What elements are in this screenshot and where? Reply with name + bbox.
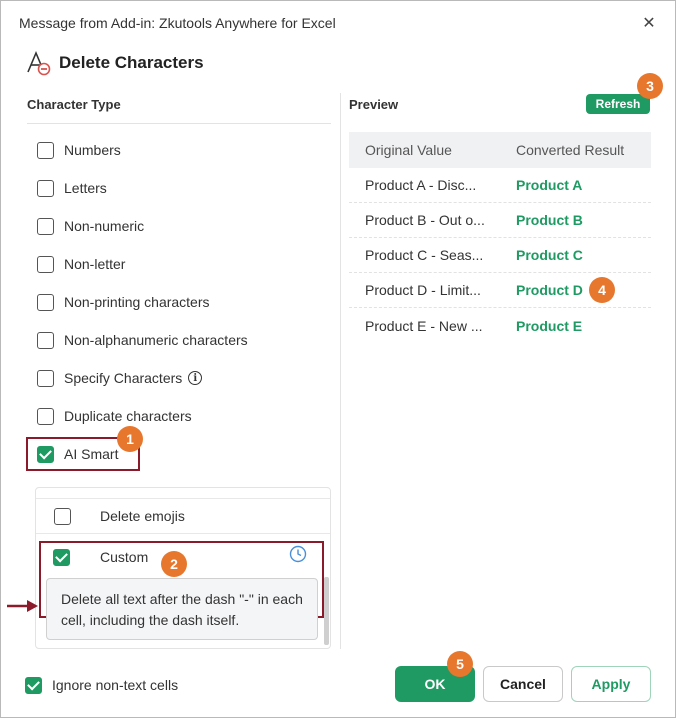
option-label: Non-letter xyxy=(64,256,126,272)
dialog-header: Delete Characters xyxy=(25,49,204,77)
clock-icon[interactable] xyxy=(289,545,307,563)
checkbox[interactable] xyxy=(37,407,54,425)
callout-badge-1: 1 xyxy=(117,426,143,452)
option-non-letter[interactable]: Non-letter xyxy=(37,253,125,275)
option-label: Non-printing characters xyxy=(64,294,210,310)
ai-option-delete-emojis[interactable]: Delete emojis xyxy=(36,498,330,534)
checkbox[interactable] xyxy=(54,507,71,525)
option-label: Duplicate characters xyxy=(64,408,192,424)
title-bar: Message from Add-in: Zkutools Anywhere f… xyxy=(1,1,675,45)
table-row: Product B - Out o... Product B xyxy=(349,203,651,238)
original-value: Product E - New ... xyxy=(365,317,483,334)
checkbox[interactable] xyxy=(37,369,54,387)
custom-prompt-box[interactable]: Delete all text after the dash "-" in ea… xyxy=(46,578,318,640)
original-value: Product D - Limit... xyxy=(365,282,481,298)
checkbox-checked[interactable] xyxy=(25,676,42,694)
dialog-title: Delete Characters xyxy=(59,53,204,72)
checkbox[interactable] xyxy=(37,179,54,197)
original-value: Product C - Seas... xyxy=(365,247,484,263)
converted-result: Product B xyxy=(516,212,583,228)
checkbox[interactable] xyxy=(37,255,54,273)
close-icon[interactable]: ✕ xyxy=(637,11,661,35)
converted-result: Product A xyxy=(516,177,583,193)
option-label: Delete emojis xyxy=(100,508,185,524)
option-label: Ignore non-text cells xyxy=(52,677,179,693)
column-header-converted: Converted Result xyxy=(516,142,625,158)
info-icon[interactable]: i xyxy=(188,371,203,385)
original-value: Product B - Out o... xyxy=(365,212,485,228)
option-duplicate-characters[interactable]: Duplicate characters xyxy=(37,405,192,427)
converted-result: Product E xyxy=(516,317,583,334)
original-value: Product A - Disc... xyxy=(365,177,477,193)
option-label: Numbers xyxy=(64,142,121,158)
checkbox[interactable] xyxy=(37,293,54,311)
panel-scrollbar[interactable] xyxy=(324,577,329,645)
pointer-arrow-icon xyxy=(7,600,38,612)
option-label: Non-numeric xyxy=(64,218,145,234)
cancel-button[interactable]: Cancel xyxy=(483,666,563,702)
window-title: Message from Add-in: Zkutools Anywhere f… xyxy=(19,15,336,31)
dialog-window: Message from Add-in: Zkutools Anywhere f… xyxy=(0,0,676,718)
apply-button[interactable]: Apply xyxy=(571,666,651,702)
table-row: Product E - New ... Product E xyxy=(349,308,651,343)
converted-result: Product D xyxy=(516,282,583,298)
option-label: Custom xyxy=(100,549,149,565)
callout-badge-3: 3 xyxy=(637,73,663,99)
table-header: Original Value Converted Result xyxy=(349,132,651,168)
option-non-numeric[interactable]: Non-numeric xyxy=(37,215,144,237)
option-specify-characters[interactable]: Specify Characters i xyxy=(37,367,203,389)
callout-badge-2: 2 xyxy=(161,551,187,577)
column-divider xyxy=(340,93,341,649)
option-label: Specify Characters xyxy=(64,370,183,386)
checkbox[interactable] xyxy=(37,217,54,235)
refresh-button[interactable]: Refresh xyxy=(586,94,650,114)
checkbox[interactable] xyxy=(37,141,54,159)
option-numbers[interactable]: Numbers xyxy=(37,139,121,161)
table-row: Product A - Disc... Product A xyxy=(349,168,651,203)
delete-characters-icon xyxy=(27,50,51,76)
checkbox-checked[interactable] xyxy=(53,548,70,566)
preview-label: Preview xyxy=(349,97,399,112)
callout-badge-5: 5 xyxy=(447,651,473,677)
converted-result: Product C xyxy=(516,247,583,263)
option-label: Letters xyxy=(64,180,107,196)
character-type-label: Character Type xyxy=(27,97,121,112)
callout-badge-4: 4 xyxy=(589,277,615,303)
preview-table: Original Value Converted Result Product … xyxy=(349,132,651,343)
checkbox[interactable] xyxy=(37,331,54,349)
option-non-printing[interactable]: Non-printing characters xyxy=(37,291,210,313)
option-letters[interactable]: Letters xyxy=(37,177,107,199)
left-divider xyxy=(27,123,331,124)
option-non-alphanumeric[interactable]: Non-alphanumeric characters xyxy=(37,329,248,351)
option-label: Non-alphanumeric characters xyxy=(64,332,248,348)
table-row: Product C - Seas... Product C xyxy=(349,238,651,273)
ignore-non-text-option[interactable]: Ignore non-text cells xyxy=(25,675,178,695)
column-header-original: Original Value xyxy=(365,142,452,158)
